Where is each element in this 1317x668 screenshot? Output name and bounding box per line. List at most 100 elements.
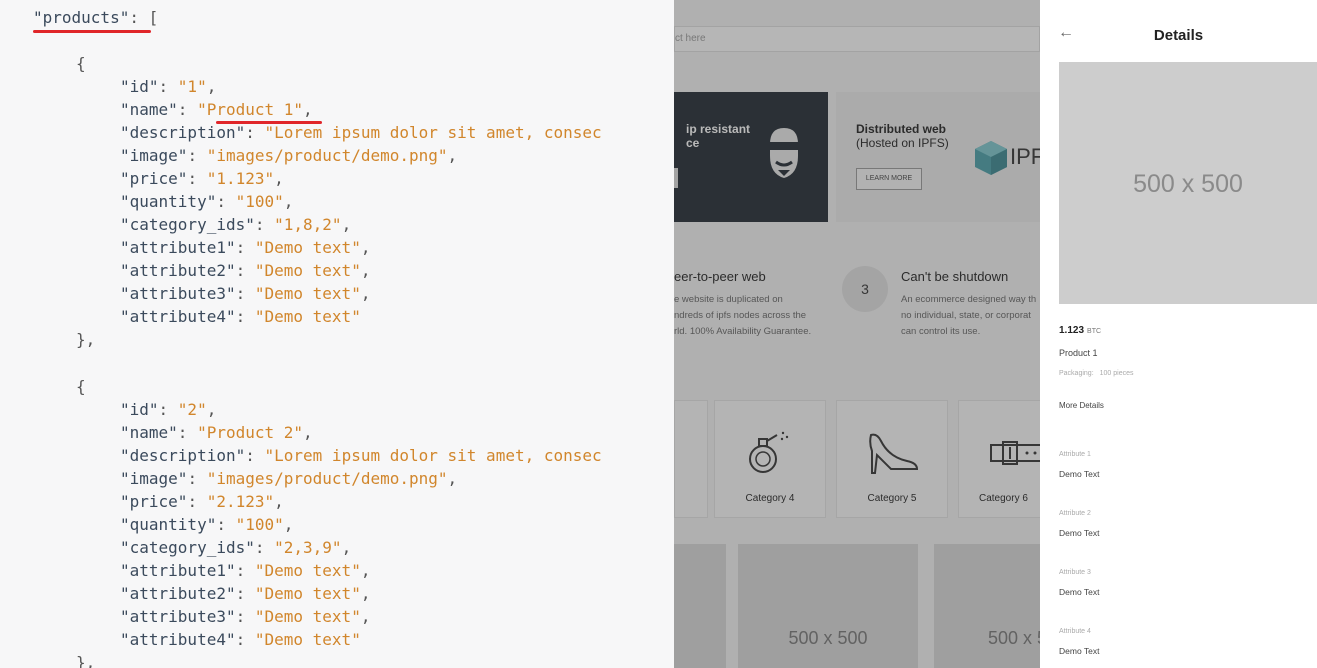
- json-value: "Demo text": [254, 307, 361, 326]
- json-punctuation: ,: [360, 284, 371, 303]
- packaging-value: 100 pieces: [1099, 370, 1134, 377]
- json-key: "attribute3": [120, 284, 236, 303]
- json-value: "images/product/demo.png": [206, 146, 448, 165]
- attribute-label: Attribute 1: [1059, 451, 1091, 458]
- json-key: "category_ids": [120, 215, 255, 234]
- search-input[interactable]: ct here: [674, 26, 1040, 52]
- json-punctuation: ,: [447, 146, 458, 165]
- code-line: "quantity": "100",: [120, 515, 293, 535]
- category-label-6: Category 6: [979, 493, 1028, 504]
- attribute-label: Attribute 3: [1059, 569, 1091, 576]
- json-key: "image": [120, 469, 188, 488]
- json-punctuation: ,: [283, 515, 294, 534]
- feature-desc-shutdown: An ecommerce designed way th no individu…: [901, 294, 1037, 337]
- json-code-panel: "products": [{"id": "1", "name": "Product…: [0, 0, 674, 668]
- json-punctuation: ,: [341, 215, 352, 234]
- code-line: "description": "Lorem ipsum dolor sit am…: [120, 123, 602, 143]
- json-value: "1": [177, 77, 207, 96]
- product-card[interactable]: 500 x 5: [934, 544, 1040, 668]
- category-card-4[interactable]: Category 4: [714, 400, 826, 518]
- category-label-5: Category 5: [867, 493, 917, 504]
- json-value: "Demo text": [254, 284, 361, 303]
- category-card-partial[interactable]: [674, 400, 708, 518]
- json-punctuation: :: [216, 515, 236, 534]
- json-key: "description": [120, 123, 246, 142]
- json-key: "description": [120, 446, 246, 465]
- json-punctuation: ,: [360, 584, 371, 603]
- json-punctuation: :: [235, 561, 255, 580]
- json-value: "Demo text": [254, 584, 361, 603]
- product-image-placeholder: 500 x 500: [788, 628, 868, 648]
- perfume-icon: [749, 431, 789, 473]
- learn-more-button[interactable]: LEARN MORE: [856, 168, 922, 190]
- json-value: "2,3,9": [274, 538, 342, 557]
- json-value: "100": [235, 192, 284, 211]
- json-punctuation: ,: [303, 423, 313, 442]
- product-name-code-underline: [216, 121, 322, 124]
- banner-distributed-title: Distributed web: [856, 122, 947, 136]
- category-card-5[interactable]: Category 5: [836, 400, 948, 518]
- product-name: Product 1: [1059, 348, 1098, 358]
- json-key: "attribute4": [120, 630, 236, 649]
- code-line: "category_ids": "1,8,2",: [120, 215, 351, 235]
- json-punctuation: :: [235, 584, 255, 603]
- attribute-value: Demo Text: [1059, 646, 1100, 656]
- product-image-placeholder: 500 x 500: [1133, 170, 1243, 198]
- json-punctuation: ,: [360, 561, 371, 580]
- json-punctuation: : [: [129, 8, 159, 27]
- code-line: "attribute1": "Demo text",: [120, 561, 370, 581]
- banner-distributed-web[interactable]: Distributed web (Hosted on IPFS) IPF LEA…: [836, 92, 1040, 222]
- category-card-6[interactable]: Category 6: [958, 400, 1040, 518]
- json-value: "Demo text": [254, 630, 361, 649]
- product-card[interactable]: 500 x 500: [738, 544, 918, 668]
- json-key: "attribute2": [120, 584, 236, 603]
- attribute-value: Demo Text: [1059, 587, 1100, 597]
- product-image-placeholder: 500 x 5: [988, 628, 1040, 648]
- code-line: "id": "1",: [120, 77, 216, 97]
- feature-title-p2p: eer-to-peer web: [674, 269, 766, 284]
- json-value: "Product 2": [197, 423, 304, 442]
- json-punctuation: :: [187, 169, 207, 188]
- json-punctuation: :: [158, 77, 178, 96]
- json-key: "name": [120, 100, 178, 119]
- json-punctuation: {: [76, 377, 86, 396]
- code-line: "quantity": "100",: [120, 192, 293, 212]
- feature-desc-p2p: e website is duplicated on ndreds of ipf…: [674, 294, 812, 337]
- banner-censorship[interactable]: ip resistant ce: [674, 92, 828, 222]
- json-key: "attribute2": [120, 261, 236, 280]
- code-line: {: [76, 377, 86, 397]
- json-punctuation: :: [254, 215, 275, 234]
- attribute-label: Attribute 4: [1059, 628, 1091, 635]
- json-key: "attribute3": [120, 607, 236, 626]
- json-punctuation: :: [216, 192, 236, 211]
- product-card-partial[interactable]: [674, 544, 726, 668]
- json-key: "id": [120, 77, 159, 96]
- json-punctuation: ,: [341, 538, 352, 557]
- attribute-value: Demo Text: [1059, 528, 1100, 538]
- banner-censorship-button[interactable]: [674, 168, 678, 188]
- json-key: "name": [120, 423, 178, 442]
- json-key: "image": [120, 146, 188, 165]
- code-line: },: [76, 330, 95, 350]
- code-line: "name": "Product 1",: [120, 100, 313, 120]
- json-value: "Demo text": [254, 238, 361, 257]
- json-key: "id": [120, 400, 159, 419]
- code-line: },: [76, 653, 95, 668]
- packaging-label: Packaging:: [1059, 370, 1094, 377]
- json-punctuation: :: [245, 123, 265, 142]
- store-background-page: ct here ip resistant ce Distributed web …: [674, 0, 1040, 668]
- price-value: 1.123: [1059, 325, 1085, 336]
- anonymous-mask-icon: [768, 128, 800, 178]
- json-value: "Lorem ipsum dolor sit amet, consec: [264, 446, 602, 465]
- attribute-label: Attribute 2: [1059, 510, 1091, 517]
- json-punctuation: :: [235, 284, 255, 303]
- json-punctuation: :: [187, 146, 207, 165]
- json-punctuation: :: [235, 238, 255, 257]
- json-punctuation: :: [187, 469, 207, 488]
- high-heel-icon: [869, 433, 919, 474]
- json-value: "2.123": [206, 492, 275, 511]
- json-punctuation: :: [177, 423, 198, 442]
- json-punctuation: ,: [283, 192, 294, 211]
- json-key: "attribute4": [120, 307, 236, 326]
- json-value: "2": [177, 400, 207, 419]
